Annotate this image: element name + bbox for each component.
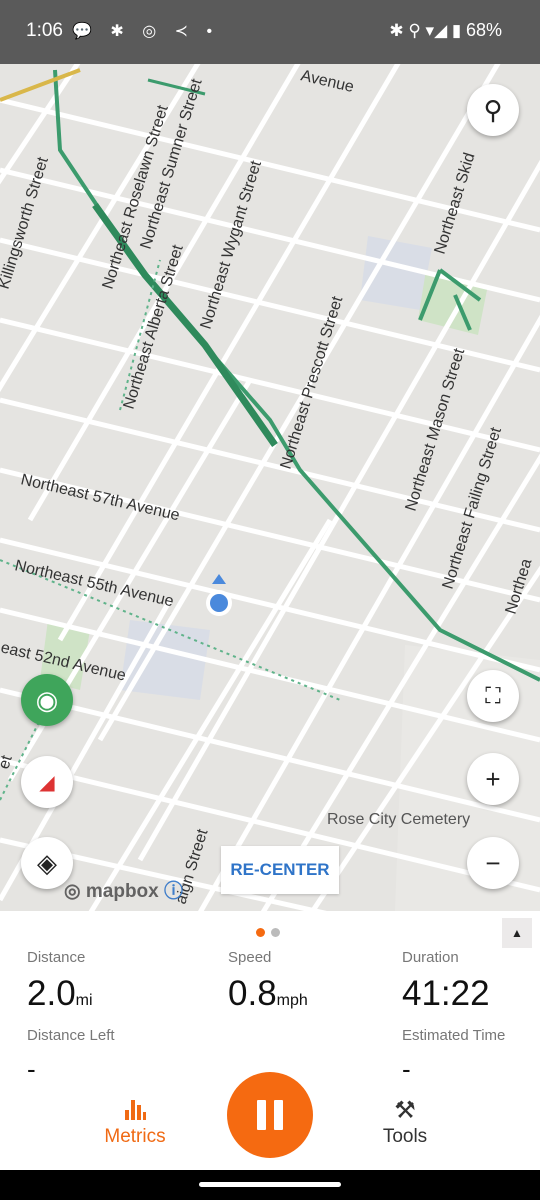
metric-distance: Distance 2.0mi (27, 949, 93, 1013)
tab-tools[interactable]: ⚒ Tools (345, 1096, 465, 1148)
metric-speed: Speed 0.8mph (228, 949, 308, 1013)
page-indicator (256, 924, 282, 942)
home-handle[interactable] (199, 1182, 341, 1187)
notification-icons: 💬 ✱ ◎ ≺ • (72, 23, 220, 40)
compass-button[interactable]: ◢ (21, 756, 73, 808)
search-icon: ⚲ (483, 94, 503, 125)
layers-icon: ◈ (37, 847, 57, 878)
clock: 1:06 (26, 20, 63, 41)
broadcast-button[interactable]: ◉ (21, 674, 73, 726)
mapbox-logo-icon: ◎ (64, 881, 81, 902)
metric-value: 0.8 (228, 974, 277, 1013)
tab-metrics[interactable]: Metrics (75, 1096, 195, 1148)
location-dot (210, 594, 228, 612)
metric-value: 2.0 (27, 974, 76, 1013)
metric-unit: mph (276, 992, 308, 1009)
info-icon[interactable]: ⓘ (164, 881, 183, 902)
mapbox-attribution[interactable]: ◎ mapbox ⓘ (64, 876, 183, 903)
triangle-up-icon: ▲ (511, 926, 523, 940)
zoom-in-button[interactable]: + (467, 753, 519, 805)
tools-icon: ⚒ (394, 1097, 416, 1124)
page-dot (271, 928, 281, 937)
map-view[interactable]: Avenue Northeast Roselawn Street Northea… (0, 64, 540, 911)
status-bar: 1:06 💬 ✱ ◎ ≺ • ✱ ⚲ ▾◢ ▮ 68% (0, 0, 540, 64)
metric-unit: mi (75, 992, 93, 1009)
metric-estimated-time: Estimated Time - (402, 1027, 506, 1084)
metric-value: - (27, 1054, 36, 1084)
fullscreen-icon: ⛶ (485, 683, 501, 708)
page-dot-active (256, 928, 265, 937)
poi-label: Rose City Cemetery (327, 811, 471, 828)
system-nav-bar (0, 1170, 540, 1200)
metric-value: - (402, 1054, 411, 1084)
metric-distance-left: Distance Left - (27, 1027, 115, 1084)
metrics-panel: ▲ Distance 2.0mi Speed 0.8mph Duration 4… (0, 911, 540, 1170)
minus-icon: − (485, 847, 501, 878)
fullscreen-button[interactable]: ⛶ (467, 670, 519, 722)
pause-icon (257, 1100, 266, 1130)
pause-button[interactable] (227, 1072, 313, 1158)
map-canvas[interactable]: Avenue Northeast Roselawn Street Northea… (0, 64, 540, 911)
metric-value: 41:22 (402, 974, 490, 1013)
expand-panel-button[interactable]: ▲ (502, 918, 532, 948)
broadcast-icon: ◉ (35, 684, 59, 715)
search-button[interactable]: ⚲ (467, 84, 519, 136)
recenter-button[interactable]: RE-CENTER (221, 846, 339, 894)
plus-icon: + (485, 763, 501, 794)
compass-icon: ◢ (39, 771, 55, 794)
system-icons: ✱ ⚲ ▾◢ ▮ 68% (389, 20, 502, 41)
metric-duration: Duration 41:22 (402, 949, 490, 1013)
battery-percentage: 68% (465, 20, 502, 40)
bar-chart-icon (75, 1096, 195, 1126)
bluetooth-location-wifi-battery-icons: ✱ ⚲ ▾◢ ▮ (389, 21, 462, 40)
zoom-out-button[interactable]: − (467, 837, 519, 889)
